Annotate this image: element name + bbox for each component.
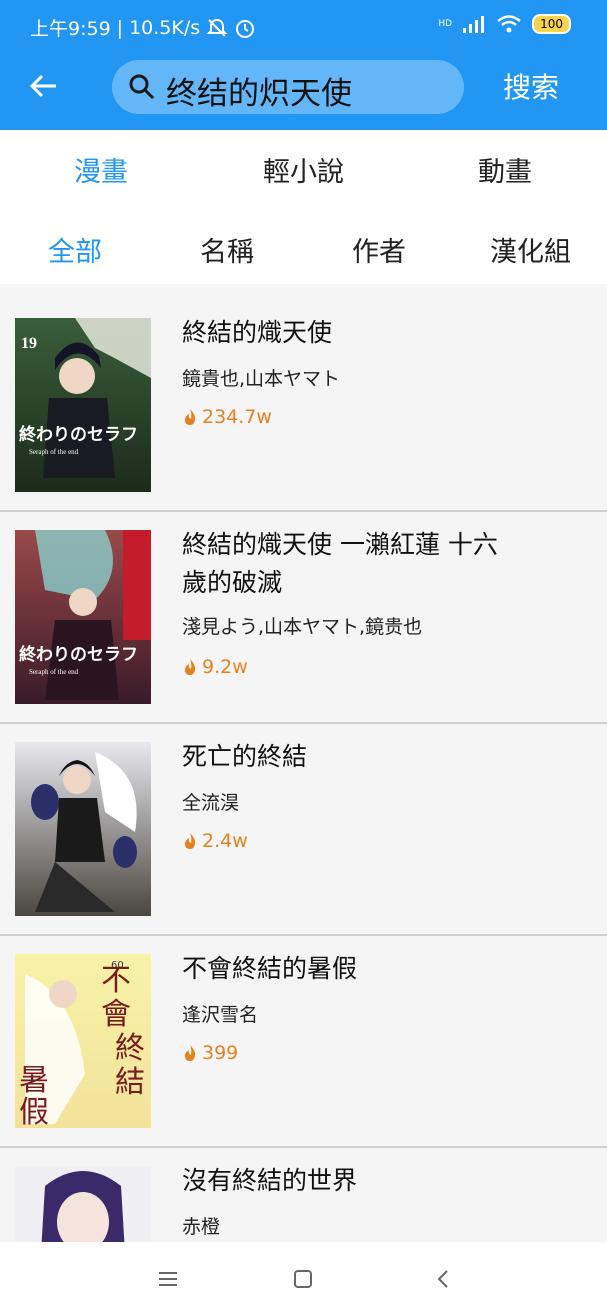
back-arrow-icon[interactable] bbox=[28, 70, 60, 102]
type-tabs: 漫畫 輕小說 動畫 bbox=[0, 130, 607, 208]
fire-icon bbox=[185, 409, 196, 425]
tab-all[interactable]: 全部 bbox=[48, 230, 102, 269]
svg-text:19: 19 bbox=[21, 335, 37, 352]
cover-image: 不 會 終 結 暑 假 60 bbox=[15, 954, 151, 1128]
tab-author[interactable]: 作者 bbox=[352, 230, 406, 269]
cover-image: 19 終わりのセラフ Seraph of the end bbox=[15, 318, 151, 492]
item-author: 逢沢雪名 bbox=[182, 1004, 259, 1026]
wifi-icon bbox=[497, 15, 521, 33]
back-icon[interactable] bbox=[432, 1268, 454, 1290]
svg-text:終: 終 bbox=[115, 1031, 145, 1066]
search-input[interactable]: 终结的炽天使 bbox=[112, 60, 464, 114]
menu-icon[interactable] bbox=[157, 1268, 179, 1290]
list-item[interactable]: 19 終わりのセラフ Seraph of the end 終結的熾天使 鏡貴也,… bbox=[0, 284, 607, 512]
app-bar: 终结的炽天使 搜索 bbox=[0, 52, 607, 130]
svg-text:終わりのセラフ: 終わりのセラフ bbox=[19, 644, 138, 665]
battery-indicator: 100 bbox=[532, 14, 571, 34]
item-title: 沒有終結的世界 bbox=[182, 1166, 358, 1195]
svg-text:結: 結 bbox=[115, 1065, 145, 1100]
fire-icon bbox=[185, 1045, 196, 1061]
tab-light-novel[interactable]: 輕小說 bbox=[263, 150, 344, 189]
status-bar: 上午9:59 | 10.5K/s HD 100 bbox=[0, 0, 607, 52]
svg-text:終わりのセラフ: 終わりのセラフ bbox=[19, 424, 138, 445]
search-query: 终结的炽天使 bbox=[166, 76, 352, 112]
item-author: 赤橙 bbox=[182, 1216, 221, 1238]
item-author: 鏡貴也,山本ヤマト bbox=[182, 368, 341, 390]
list-item[interactable]: 沒有終結的世界 赤橙 bbox=[0, 1148, 607, 1242]
item-title: 不會終結的暑假 bbox=[182, 954, 358, 983]
status-time: 上午9:59 bbox=[30, 18, 111, 40]
hot-count: 2.4w bbox=[202, 830, 248, 852]
svg-text:暑: 暑 bbox=[19, 1063, 49, 1098]
search-button[interactable]: 搜索 bbox=[503, 66, 559, 106]
cover-image: 終わりのセラフ Seraph of the end bbox=[15, 530, 151, 704]
home-icon[interactable] bbox=[292, 1268, 314, 1290]
item-hot: 2.4w bbox=[182, 830, 248, 852]
fire-icon bbox=[185, 659, 196, 675]
item-hot: 234.7w bbox=[182, 406, 272, 428]
alarm-icon bbox=[236, 19, 255, 38]
cover-image bbox=[15, 1166, 151, 1242]
cover-image bbox=[15, 742, 151, 916]
tab-manhua[interactable]: 漫畫 bbox=[74, 150, 128, 189]
list-item[interactable]: 死亡的終結 全流淏 2.4w bbox=[0, 724, 607, 936]
tab-translation-group[interactable]: 漢化組 bbox=[490, 230, 571, 269]
svg-text:Seraph of the end: Seraph of the end bbox=[29, 448, 79, 456]
hot-count: 9.2w bbox=[202, 656, 248, 678]
item-author: 全流淏 bbox=[182, 792, 240, 814]
item-hot: 399 bbox=[182, 1042, 238, 1064]
svg-text:Seraph of the end: Seraph of the end bbox=[29, 668, 79, 676]
mute-bell-icon bbox=[206, 18, 228, 37]
svg-text:60: 60 bbox=[111, 960, 124, 971]
list-item[interactable]: 不 會 終 結 暑 假 60 不會終結的暑假 逢沢雪名 399 bbox=[0, 936, 607, 1148]
hot-count: 399 bbox=[202, 1042, 239, 1064]
svg-text:會: 會 bbox=[101, 997, 131, 1032]
filter-tabs: 全部 名稱 作者 漢化組 bbox=[0, 208, 607, 284]
item-hot: 9.2w bbox=[182, 656, 248, 678]
signal-icon bbox=[463, 16, 485, 33]
system-nav-bar bbox=[0, 1242, 607, 1316]
fire-icon bbox=[185, 833, 196, 849]
search-icon bbox=[129, 74, 155, 100]
hot-count: 234.7w bbox=[202, 406, 272, 428]
tab-name[interactable]: 名稱 bbox=[200, 230, 254, 269]
item-title: 終結的熾天使 一瀨紅蓮 十六歲的破滅 bbox=[182, 530, 498, 597]
item-title: 終結的熾天使 bbox=[182, 318, 333, 347]
item-title: 死亡的終結 bbox=[182, 742, 308, 771]
top-bar: 上午9:59 | 10.5K/s HD 100 终结的炽天使 搜索 bbox=[0, 0, 607, 130]
hd-badge: HD bbox=[438, 19, 453, 29]
item-author: 淺見よう,山本ヤマト,鏡贵也 bbox=[182, 616, 423, 638]
status-divider: | bbox=[116, 16, 124, 39]
tab-anime[interactable]: 動畫 bbox=[478, 150, 532, 189]
list-item[interactable]: 終わりのセラフ Seraph of the end 終結的熾天使 一瀨紅蓮 十六… bbox=[0, 512, 607, 724]
result-list: 19 終わりのセラフ Seraph of the end 終結的熾天使 鏡貴也,… bbox=[0, 284, 607, 1242]
svg-text:假: 假 bbox=[19, 1095, 49, 1128]
status-speed: 10.5K/s bbox=[129, 16, 201, 39]
